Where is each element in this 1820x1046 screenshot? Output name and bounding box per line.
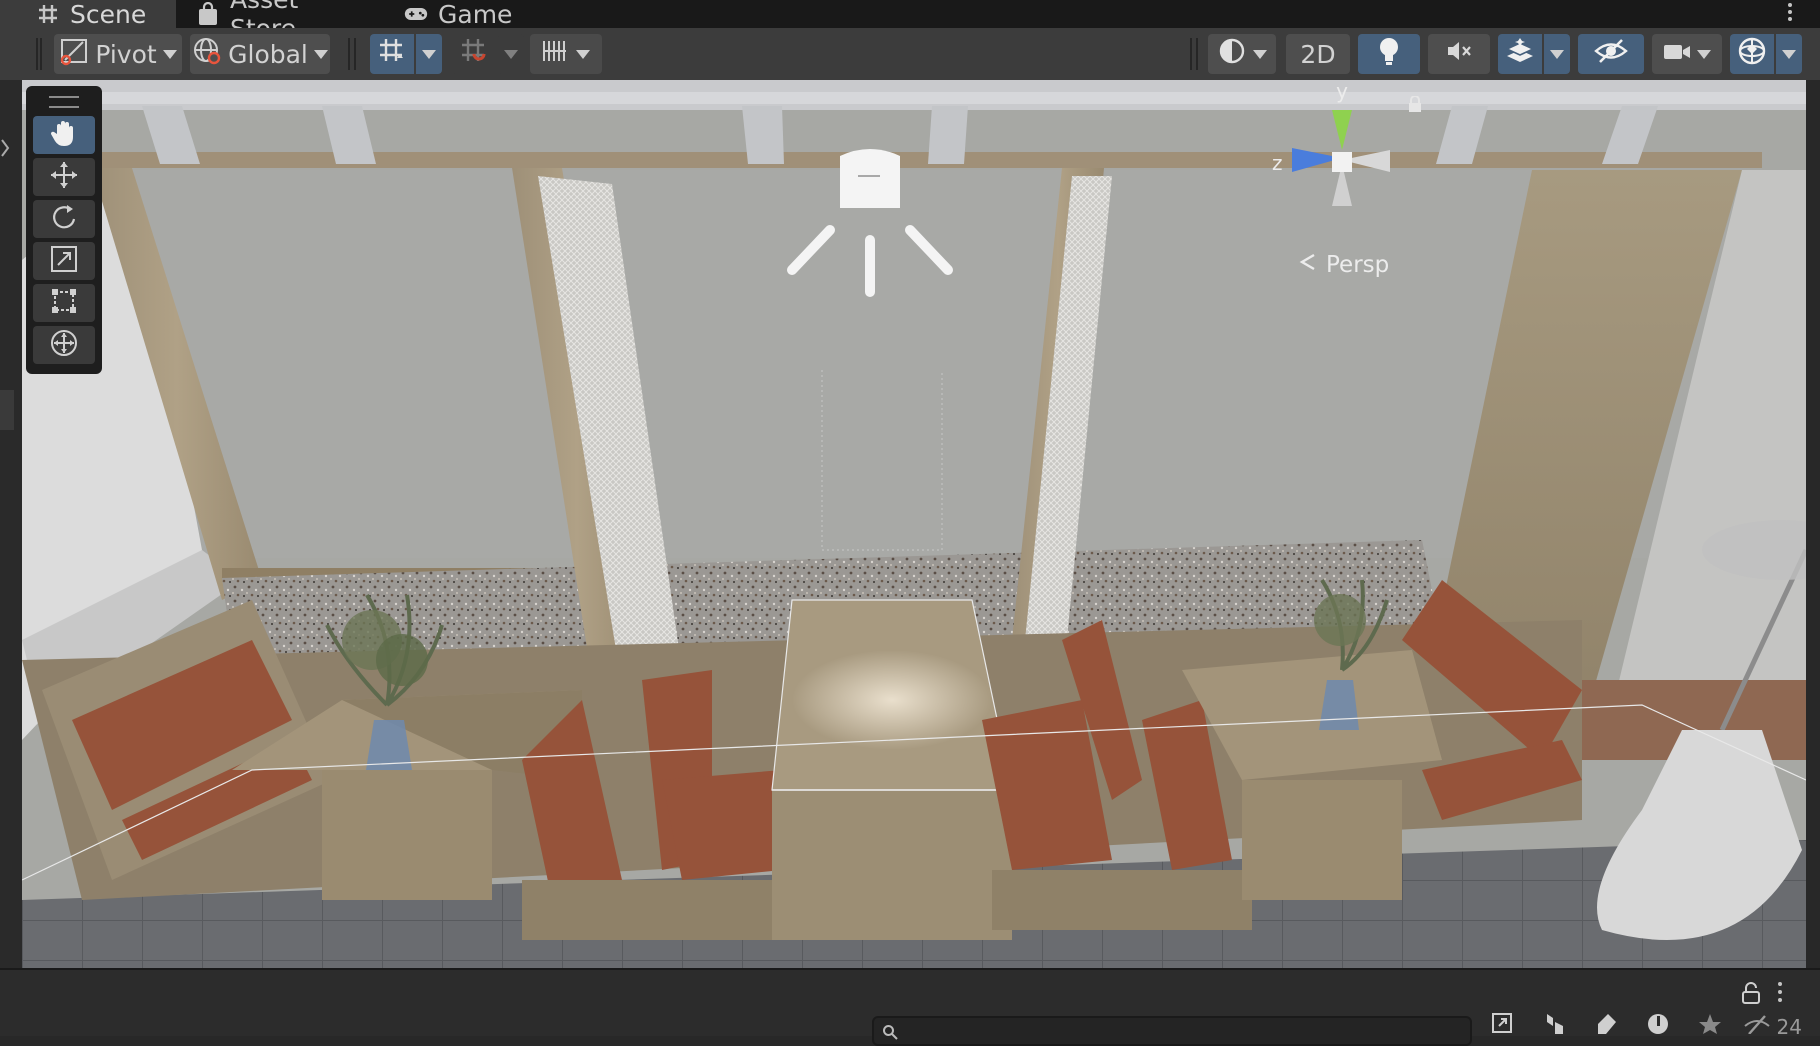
ruler-icon [542,39,570,69]
lighting-toggle[interactable] [1358,34,1420,74]
hand-icon [49,118,79,152]
scene-visibility-toggle[interactable] [1578,34,1644,74]
left-panel-edge [0,80,22,968]
panel-lock-icon[interactable] [1742,982,1760,1008]
projection-toggle[interactable]: Persp [1298,252,1389,278]
chevron-down-icon [313,49,328,59]
tab-bar: Scene Asset Store Game [0,0,1820,43]
increment-snap-icon [459,36,489,72]
two-d-toggle[interactable]: 2D [1286,34,1350,74]
effects-layers-icon [1505,36,1535,72]
gizmo-lock-icon[interactable] [1408,95,1422,116]
panel-menu-kebab-icon[interactable] [1776,982,1784,1006]
chevron-down-icon [422,49,436,59]
search-input[interactable] [874,1018,1470,1044]
transform-tool[interactable] [33,326,95,364]
search-field[interactable] [872,1016,1472,1046]
globe-icon [192,36,222,72]
hand-tool[interactable] [33,116,95,154]
palette-grip-handle[interactable] [49,96,79,108]
shopping-bag-icon [196,2,220,26]
grid-snapping-dropdown[interactable] [416,34,442,74]
tag-icon[interactable] [1580,1012,1632,1034]
move-tool[interactable] [33,158,95,196]
effects-dropdown[interactable] [1544,34,1570,74]
toolbar-separator [1190,38,1192,70]
gizmos-dropdown[interactable] [1776,34,1802,74]
gizmos-sphere-icon [1737,36,1767,72]
tab-scene[interactable]: Scene [0,0,176,29]
scene-viewport[interactable] [22,80,1806,968]
chevron-down-icon [504,49,518,59]
tab-asset-store[interactable]: Asset Store [176,0,394,43]
gizmo-y-label: y [1336,80,1348,103]
orientation-gizmo[interactable]: y z [1262,79,1422,224]
gamepad-icon [404,2,428,26]
tab-label: Game [438,0,513,29]
pivot-icon [59,36,89,72]
rotate-tool[interactable] [33,200,95,238]
effects-toggle[interactable] [1498,34,1542,74]
chevron-down-icon [576,49,590,59]
grid-snapping-icon [377,36,407,72]
eye-slash-icon [1743,1014,1771,1039]
move-arrows-icon [49,160,79,194]
audio-toggle[interactable] [1428,34,1490,74]
draw-mode-dropdown[interactable] [1208,34,1276,74]
toolbar-separator [40,38,42,70]
search-icon [882,1024,898,1044]
rotate-icon [49,202,79,236]
chevron-down-icon [162,49,177,59]
increment-snap-dropdown[interactable] [498,34,524,74]
toolbar-separator [348,38,350,70]
chevron-left-icon [1298,252,1318,278]
global-dropdown[interactable]: Global [190,34,330,74]
transform-icon [49,328,79,362]
rect-icon [49,286,79,320]
global-label: Global [228,39,308,69]
scale-icon [49,244,79,278]
hidden-count-label: 24 [1776,1014,1802,1039]
pivot-label: Pivot [95,39,157,69]
chevron-down-icon [1253,49,1267,59]
grid-snapping-button[interactable] [370,34,414,74]
scale-tool[interactable] [33,242,95,280]
chevron-down-icon [1550,49,1564,59]
gizmo-z-label: z [1272,151,1283,175]
rect-tool[interactable] [33,284,95,322]
audio-mute-icon [1444,38,1474,70]
chevron-down-icon [1782,49,1796,59]
pivot-dropdown[interactable]: Pivot [54,34,182,74]
toolbar-separator [36,38,38,70]
scene-render [22,80,1806,968]
ruler-dropdown[interactable] [530,34,602,74]
scene-toolbar: Pivot Global 2D [0,28,1820,80]
scene-visibility-icon [1594,38,1628,70]
persp-label: Persp [1326,252,1390,278]
bottom-icon-bar [1476,1012,1736,1034]
hidden-objects-count[interactable]: 24 [1743,1014,1802,1039]
star-icon[interactable] [1684,1012,1736,1034]
shaded-sphere-icon [1217,36,1247,72]
toolbar-separator [354,38,356,70]
tab-game[interactable]: Game [394,0,544,29]
lightbulb-icon [1376,36,1402,72]
warning-icon[interactable] [1632,1012,1684,1034]
increment-snap-button[interactable] [452,34,496,74]
grid-hash-icon [36,2,60,26]
camera-icon [1663,40,1691,69]
tab-label: Scene [70,0,147,29]
scene-hierarchy-icon[interactable] [1528,1012,1580,1034]
toolbar-separator [1196,38,1198,70]
tab-menu-kebab-icon[interactable] [1786,0,1794,28]
camera-dropdown[interactable] [1652,34,1722,74]
chevron-down-icon [1697,49,1711,59]
two-d-label: 2D [1300,39,1336,69]
tool-palette [26,86,102,374]
open-window-icon[interactable] [1476,1012,1528,1034]
gizmos-toggle[interactable] [1730,34,1774,74]
